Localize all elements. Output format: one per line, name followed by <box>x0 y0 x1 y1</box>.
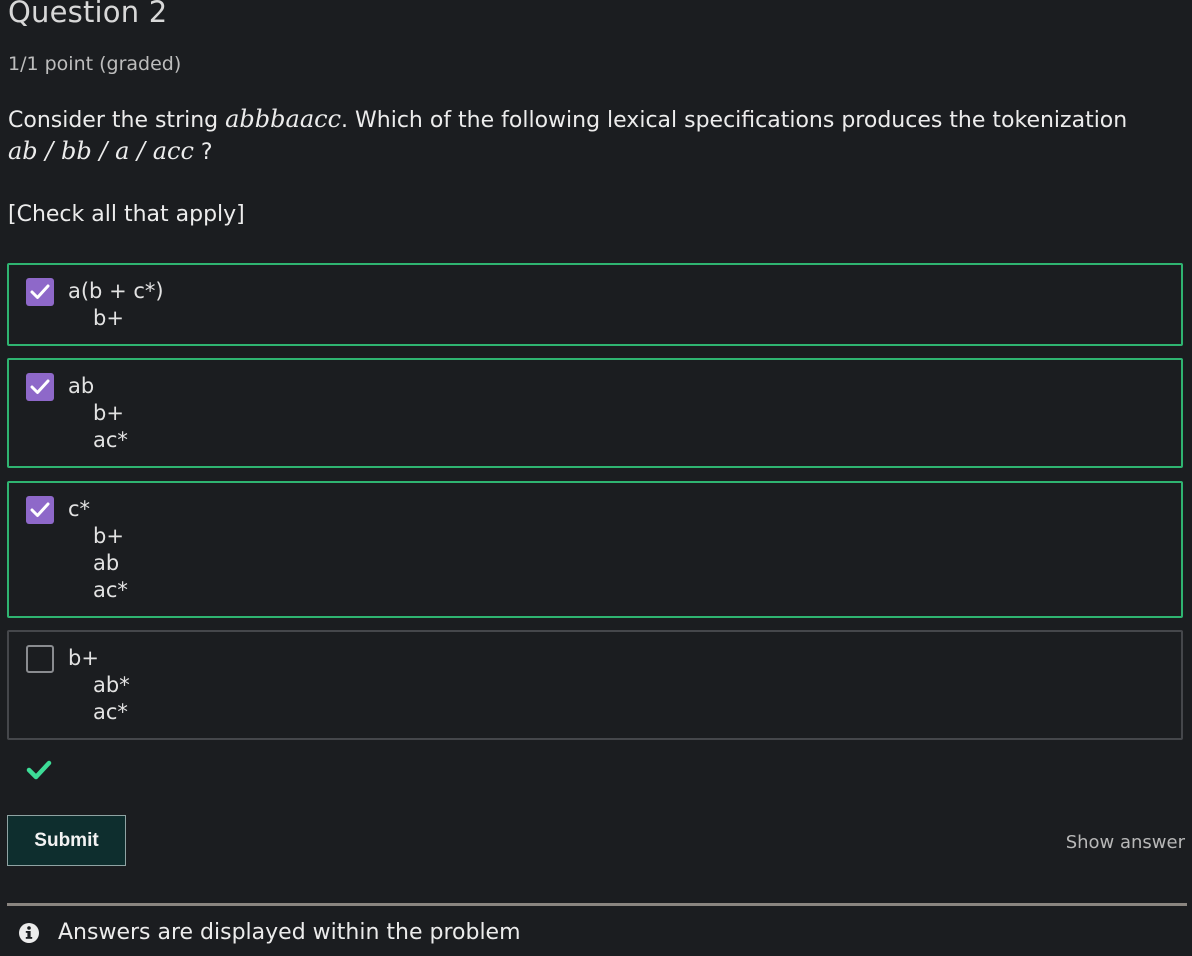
checkmark-icon <box>30 284 50 299</box>
option-line: ab* <box>93 673 130 697</box>
checkbox-option-2[interactable] <box>26 373 54 401</box>
checkmark-icon <box>30 502 50 517</box>
option-line: ab <box>68 374 95 398</box>
option-line: b+ <box>68 646 99 670</box>
option-line: ac* <box>93 428 128 452</box>
notice-text: Answers are displayed within the problem <box>58 920 521 945</box>
option-line: ac* <box>93 700 128 724</box>
option-4-label: b+ ab* ac* <box>68 645 130 726</box>
option-line: c* <box>68 497 91 521</box>
correct-check-icon <box>26 760 52 780</box>
prompt-text-start: Consider the string <box>8 108 226 133</box>
choice-option-2[interactable]: ab b+ ac* <box>7 358 1183 468</box>
instruction-text: [Check all that apply] <box>8 202 245 227</box>
submit-button[interactable]: Submit <box>7 815 126 866</box>
problem-page: Question 2 1/1 point (graded) Consider t… <box>0 0 1192 956</box>
prompt-string: abbbaacc <box>225 105 342 133</box>
checkbox-option-1[interactable] <box>26 278 54 306</box>
option-line: ab <box>93 551 120 575</box>
choice-option-4[interactable]: b+ ab* ac* <box>7 630 1183 740</box>
option-2-label: ab b+ ac* <box>68 373 128 454</box>
tokenization-formula: ab / bb / a / acc <box>8 137 194 165</box>
option-line: b+ <box>93 401 124 425</box>
option-line: a(b + c*) <box>68 279 164 303</box>
option-line: ac* <box>93 578 128 602</box>
option-line: b+ <box>93 524 124 548</box>
info-icon <box>19 923 39 943</box>
points-status: 1/1 point (graded) <box>8 53 182 75</box>
divider <box>7 903 1187 906</box>
checkbox-option-4[interactable] <box>26 645 54 673</box>
question-prompt: Consider the string abbbaacc. Which of t… <box>8 104 1184 168</box>
checkbox-option-3[interactable] <box>26 496 54 524</box>
option-3-label: c* b+ ab ac* <box>68 496 128 604</box>
option-1-label: a(b + c*) b+ <box>68 278 164 332</box>
question-title: Question 2 <box>8 0 168 29</box>
prompt-text-middle: . Which of the following lexical specifi… <box>341 108 1128 133</box>
show-answer-button[interactable]: Show answer <box>1066 831 1185 855</box>
option-line: b+ <box>93 306 124 330</box>
choice-option-1[interactable]: a(b + c*) b+ <box>7 263 1183 346</box>
prompt-text-end: ? <box>193 140 213 165</box>
checkmark-icon <box>30 379 50 394</box>
choice-option-3[interactable]: c* b+ ab ac* <box>7 481 1183 618</box>
